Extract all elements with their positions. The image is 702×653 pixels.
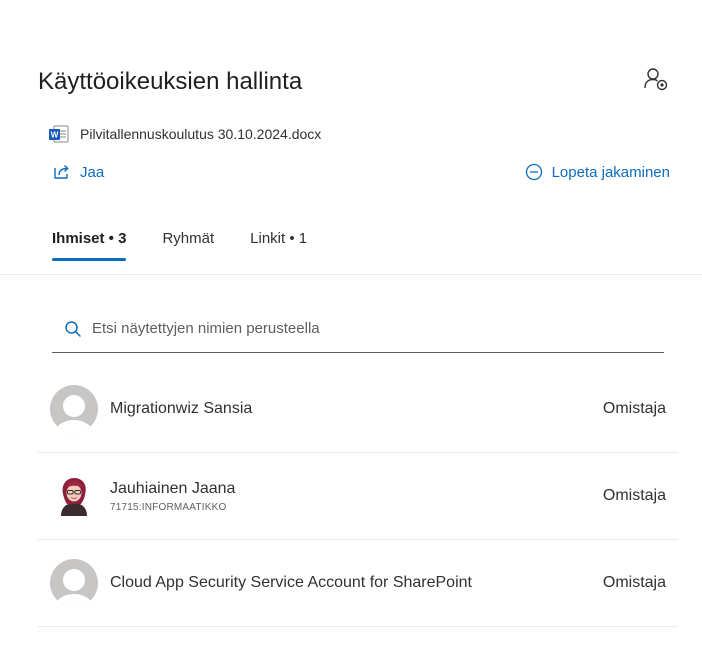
tab-links[interactable]: Linkit • 1 [250,230,307,261]
svg-text:W: W [51,131,59,140]
word-document-icon: W [48,124,70,144]
person-name: Cloud App Security Service Account for S… [110,574,472,591]
person-role[interactable]: Omistaja [603,400,678,418]
search-input[interactable] [92,320,612,337]
search-box[interactable] [52,305,664,353]
minus-circle-icon [524,162,544,182]
person-subtitle: 71715:INFORMAATIKKO [110,501,227,513]
person-role[interactable]: Omistaja [603,574,678,592]
person-row[interactable]: Jauhiainen Jaana 71715:INFORMAATIKKO Omi… [38,453,678,540]
tab-divider [0,274,702,275]
person-name: Migrationwiz Sansia [110,400,253,417]
panel-title: Käyttöoikeuksien hallinta [38,68,303,95]
share-button[interactable]: Jaa [52,162,104,182]
person-info: Cloud App Security Service Account for S… [110,574,603,592]
person-row[interactable]: Cloud App Security Service Account for S… [38,540,678,627]
people-settings-icon[interactable] [642,66,670,92]
stop-sharing-button[interactable]: Lopeta jakaminen [524,162,670,182]
default-person-avatar [50,385,98,433]
person-role[interactable]: Omistaja [603,487,678,505]
file-info: W Pilvitallennuskoulutus 30.10.2024.docx [48,124,321,144]
search-icon [64,320,82,338]
people-list: Migrationwiz Sansia Omistaja Jauhiainen … [38,366,678,627]
tab-groups[interactable]: Ryhmät [162,230,214,261]
share-label: Jaa [80,163,105,181]
person-row[interactable]: Migrationwiz Sansia Omistaja [38,366,678,453]
person-info: Migrationwiz Sansia [110,400,603,418]
tab-bar: Ihmiset • 3 Ryhmät Linkit • 1 [52,230,307,261]
profile-photo-avatar [50,472,98,520]
stop-sharing-label: Lopeta jakaminen [551,163,670,181]
file-name: Pilvitallennuskoulutus 30.10.2024.docx [80,126,322,142]
person-name: Jauhiainen Jaana [110,479,236,497]
share-icon [52,162,72,182]
default-person-avatar [50,559,98,607]
person-info: Jauhiainen Jaana 71715:INFORMAATIKKO [110,480,603,513]
tab-people[interactable]: Ihmiset • 3 [52,230,127,261]
